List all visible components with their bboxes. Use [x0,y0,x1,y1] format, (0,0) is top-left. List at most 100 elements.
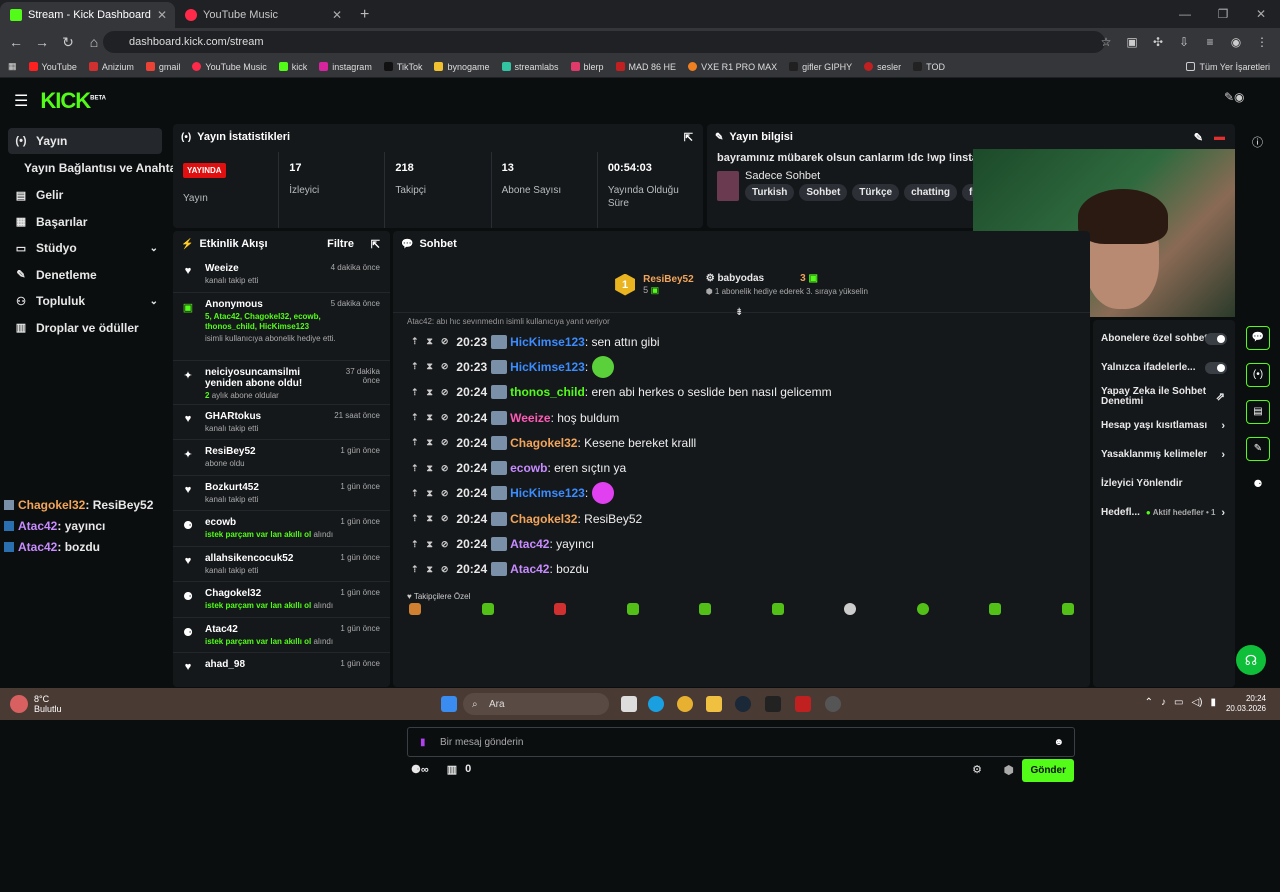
bookmark-vxe[interactable]: VXE R1 PRO MAX [688,62,777,72]
chat-username[interactable]: Atac42 [510,537,549,551]
bookmark-gmail[interactable]: gmail [145,62,180,72]
close-window-icon[interactable]: ✕ [1242,0,1280,28]
sidebar-item-studyo[interactable]: ▭ Stüdyo ⌄ [0,235,170,262]
bookmark-streamlabs[interactable]: streamlabs [501,62,559,72]
bot-icon[interactable]: ⬢ [1004,763,1014,777]
minimize-icon[interactable]: — [1166,0,1204,28]
setting-goals[interactable]: Hedefl... ● Aktif hedefler • 1 › [1093,498,1235,527]
taskbar-clock[interactable]: 20:24 20.03.2026 [1226,694,1266,714]
timeout-icon[interactable]: ⧗ [427,539,433,550]
popout-icon[interactable]: ⇱ [684,131,693,144]
setting-account-age[interactable]: Hesap yaşı kısıtlaması › [1093,411,1235,440]
steam-icon[interactable] [735,696,751,712]
bookmark-mad86he[interactable]: MAD 86 HE [615,62,676,72]
ban-icon[interactable]: ⊘ [441,463,449,474]
sidebar-item-denetleme[interactable]: ✎ Denetleme [0,262,170,289]
windows-start-icon[interactable] [441,696,457,712]
forward-icon[interactable]: → [30,34,54,50]
timeout-icon[interactable]: ⧗ [427,463,433,474]
chat-bubble-icon[interactable]: 💬 [1246,326,1270,350]
volume-icon[interactable]: ◁) [1191,697,1202,708]
chat-username[interactable]: HicKimse123 [510,335,585,349]
ban-icon[interactable]: ⊘ [441,387,449,398]
tag[interactable]: chatting [904,184,957,201]
bookmark-youtube[interactable]: YouTube [28,62,77,72]
puzzle-icon[interactable]: ✣ [1148,32,1168,52]
timeout-icon[interactable]: ⧗ [427,412,433,423]
popout-icon[interactable]: ⇱ [371,238,380,251]
mic-icon[interactable]: ♪ [1161,697,1166,708]
chevron-up-icon[interactable]: ⌃ [1145,697,1153,708]
file-explorer-icon[interactable] [706,696,722,712]
emote-icon[interactable] [1061,602,1074,615]
ban-icon[interactable]: ⊘ [441,513,449,524]
send-button[interactable]: Gönder [1022,759,1074,782]
ban-icon[interactable]: ⊘ [441,564,449,575]
emote-icon[interactable] [554,602,567,615]
chat-username[interactable]: Chagokel32 [510,436,577,450]
setting-ai-moderation[interactable]: Yapay Zeka ile Sohbet Denetimi ⇗ [1093,382,1235,411]
taskbar-search[interactable]: ⌕ Ara [463,693,609,715]
toggle-switch[interactable] [1205,332,1227,345]
wrench-icon[interactable]: ✎ [1246,437,1270,461]
apps-icon[interactable]: ▦ [8,61,17,72]
timeout-icon[interactable]: ⧗ [427,361,433,372]
tab-youtube-music[interactable]: YouTube Music ✕ [175,2,350,28]
close-icon[interactable]: ✕ [157,8,167,22]
chat-username[interactable]: Atac42 [510,562,549,576]
maximize-icon[interactable]: ❐ [1204,0,1242,28]
bookmark-anizium[interactable]: Anizium [88,62,134,72]
hamburger-menu-icon[interactable]: ☰ [14,91,28,111]
ban-icon[interactable]: ⊘ [441,539,449,550]
network-icon[interactable]: ▭ [1174,697,1183,708]
info-icon[interactable]: ⓘ [1252,134,1263,150]
bookmark-star-icon[interactable]: ☆ [1096,32,1116,52]
pin-icon[interactable]: ⇡ [411,387,419,398]
help-icon[interactable]: ☊ [1236,645,1266,675]
sidebar-item-basarilar[interactable]: ▦ Başarılar [0,209,170,236]
setting-subscribers-only[interactable]: Abonelere özel sohbet [1093,324,1235,353]
chat-username[interactable]: HicKimse123 [510,360,585,374]
timeout-icon[interactable]: ⧗ [427,437,433,448]
kick-logo[interactable]: KICKBETA [40,88,106,114]
bookmark-bynogame[interactable]: bynogame [434,62,490,72]
chat-message[interactable]: ⇡ ⧗ ⊘ 20:24 Chagokel32: ResiBey52 [393,506,1090,531]
tag[interactable]: Türkçe [852,184,900,201]
emote-icon[interactable] [989,602,1002,615]
pin-icon[interactable]: ⇡ [411,437,419,448]
ban-icon[interactable]: ⊘ [441,437,449,448]
chat-message[interactable]: ⇡ ⧗ ⊘ 20:23 HicKimse123: sen attın gibi [393,329,1090,354]
chat-message[interactable]: ⇡ ⧗ ⊘ 20:24 Weeize: hoş buldum [393,405,1090,430]
ban-icon[interactable]: ⊘ [441,361,449,372]
pin-icon[interactable]: ⇡ [411,336,419,347]
ban-icon[interactable]: ⊘ [441,488,449,499]
bookmark-kick[interactable]: kick [278,62,307,72]
setting-emotes-only[interactable]: Yalnızca ifadelerle... [1093,353,1235,382]
community-icon[interactable]: ⚈ [1246,474,1270,498]
emote-icon[interactable] [699,602,712,615]
bookmark-instagram[interactable]: instagram [319,62,372,72]
setting-raid[interactable]: İzleyici Yönlendir [1093,469,1235,498]
pin-icon[interactable]: ⇡ [411,564,419,575]
chat-message[interactable]: ⇡ ⧗ ⊘ 20:24 Chagokel32: Kesene bereket krall… [393,430,1090,455]
back-icon[interactable]: ← [4,34,28,50]
media-icon[interactable]: ≡ [1200,32,1220,52]
timeout-icon[interactable]: ⧗ [427,564,433,575]
new-tab-button[interactable]: + [360,2,369,28]
close-icon[interactable]: ✕ [332,8,342,22]
pin-icon[interactable]: ⇡ [411,539,419,550]
chat-message[interactable]: ⇡ ⧗ ⊘ 20:24 HicKimse123: [393,481,1090,506]
emote-icon[interactable] [844,602,857,615]
timeout-icon[interactable]: ⧗ [427,488,433,499]
chat-message[interactable]: ⇡ ⧗ ⊘ 20:24 ecowb: eren sıçtın ya [393,455,1090,480]
downloads-icon[interactable]: ⇩ [1174,32,1194,52]
sidebar-item-yayin[interactable]: (•) Yayın [8,128,162,154]
timeout-icon[interactable]: ⧗ [427,513,433,524]
chat-message[interactable]: ⇡ ⧗ ⊘ 20:23 HicKimse123: [393,354,1090,379]
sidebar-item-stream-key[interactable]: Yayın Bağlantısı ve Anahtarı [0,154,184,182]
bookmark-youtube-music[interactable]: YouTube Music [192,62,267,72]
chat-message[interactable]: ⇡ ⧗ ⊘ 20:24 Atac42: bozdu [393,557,1090,582]
epic-games-icon[interactable] [765,696,781,712]
pin-icon[interactable]: ⇡ [411,361,419,372]
stack-icon[interactable]: ▤ [1246,400,1270,424]
